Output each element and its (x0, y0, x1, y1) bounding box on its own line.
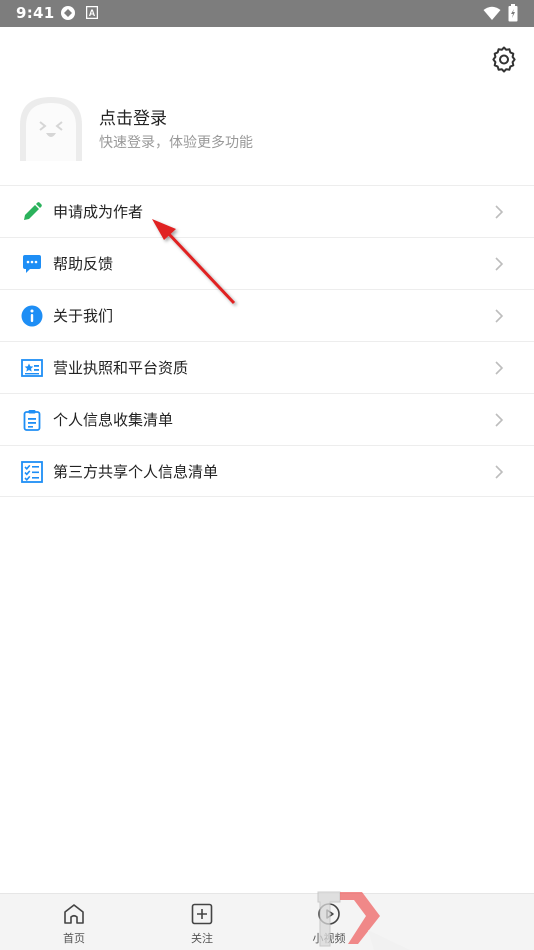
home-icon (64, 904, 84, 924)
status-time: 9:41 (16, 4, 55, 22)
tab-short-video-label: 小视频 (312, 932, 346, 945)
wifi-icon (483, 6, 501, 20)
tab-home[interactable]: 首页 (29, 894, 119, 950)
chevron-right-icon (495, 257, 504, 271)
menu-label-third-party-sharing: 第三方共享个人信息清单 (53, 463, 219, 481)
menu-label-personal-info-list: 个人信息收集清单 (53, 411, 174, 429)
login-title[interactable]: 点击登录 (99, 104, 167, 129)
chevron-right-icon (495, 413, 504, 427)
pencil-icon (24, 202, 42, 220)
chevron-right-icon (495, 205, 504, 219)
battery-icon (508, 4, 518, 22)
tab-follow-label: 关注 (191, 932, 213, 945)
tab-follow[interactable]: 关注 (157, 894, 247, 950)
chat-bubble-icon (23, 255, 41, 273)
gear-icon[interactable] (490, 45, 518, 73)
menu-label-apply-author: 申请成为作者 (53, 203, 144, 221)
menu-item-business-license[interactable]: 营业执照和平台资质 (0, 341, 534, 393)
bottom-tab-bar: 首页 关注 小视频 (0, 893, 534, 950)
menu-label-help-feedback: 帮助反馈 (53, 255, 114, 273)
tab-home-label: 首页 (63, 932, 85, 945)
tab-short-video[interactable]: 小视频 (284, 894, 374, 950)
menu-item-personal-info-list[interactable]: 个人信息收集清单 (0, 393, 534, 445)
settings-menu: 申请成为作者 帮助反馈 关于我们 营业执照和平台资质 个人信息收集清单 第三方共… (0, 185, 534, 497)
login-subtitle: 快速登录，体验更多功能 (99, 135, 253, 151)
license-icon (21, 359, 43, 377)
a-icon: A (86, 6, 98, 19)
chevron-right-icon (495, 361, 504, 375)
checklist-icon (21, 461, 43, 483)
info-icon (21, 305, 43, 327)
menu-item-about-us[interactable]: 关于我们 (0, 289, 534, 341)
play-circle-icon (318, 903, 340, 925)
chevron-right-icon (495, 309, 504, 323)
menu-label-about-us: 关于我们 (53, 307, 114, 325)
clipboard-icon (23, 410, 41, 431)
status-bar: 9:41 A (0, 0, 534, 27)
svg-text:A: A (89, 8, 96, 18)
chevron-right-icon (495, 465, 504, 479)
face-avatar-icon (20, 97, 82, 161)
menu-item-apply-author[interactable]: 申请成为作者 (0, 185, 534, 237)
menu-item-help-feedback[interactable]: 帮助反馈 (0, 237, 534, 289)
plus-square-icon (191, 903, 213, 925)
sync-icon (61, 6, 75, 20)
menu-label-business-license: 营业执照和平台资质 (53, 359, 189, 377)
menu-item-third-party-sharing[interactable]: 第三方共享个人信息清单 (0, 445, 534, 497)
login-profile[interactable]: 点击登录 快速登录，体验更多功能 (0, 92, 534, 168)
